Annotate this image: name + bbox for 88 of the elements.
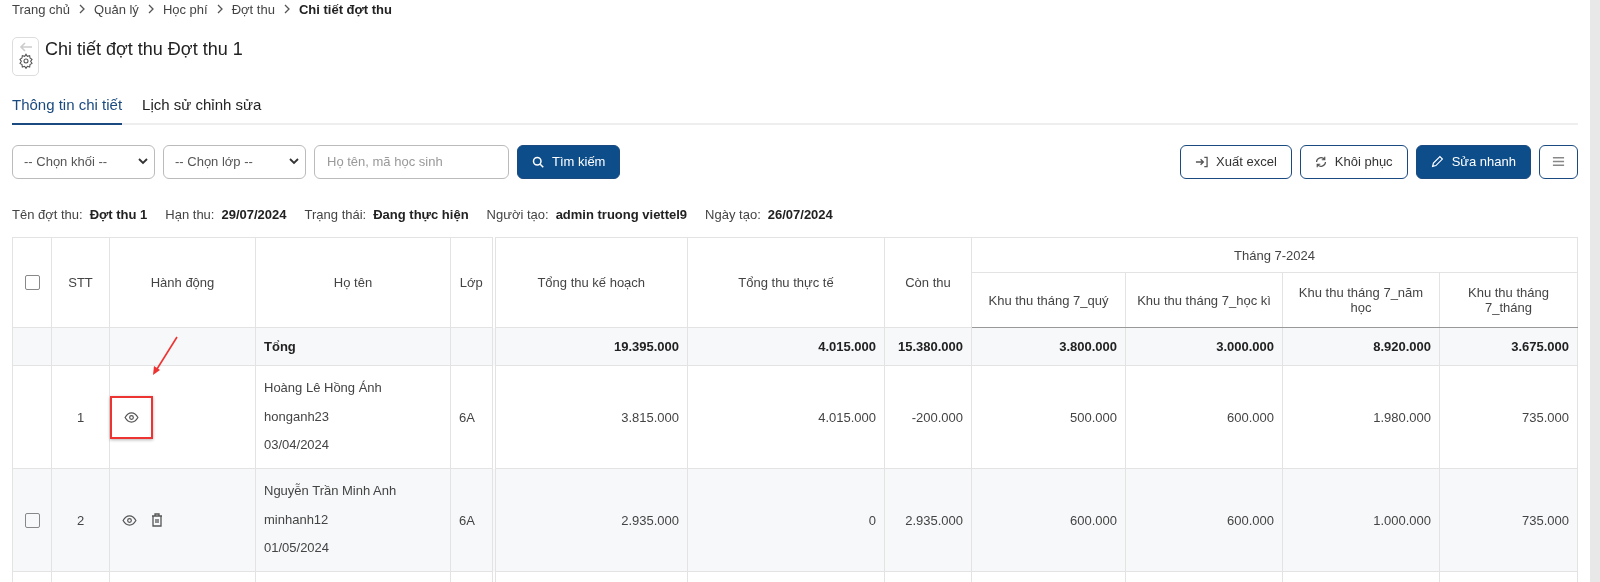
column-header: Còn thu bbox=[905, 275, 951, 290]
amount: 4.015.000 bbox=[818, 409, 876, 425]
total-value: 8.920.000 bbox=[1373, 339, 1431, 354]
student-date: 03/04/2024 bbox=[264, 436, 331, 455]
grade-select[interactable]: -- Chọn khối -- bbox=[12, 144, 155, 179]
column-header: Khu thu tháng 7_tháng bbox=[1468, 285, 1549, 315]
column-header: Lớp bbox=[459, 275, 483, 290]
student-code: minhanh12 bbox=[264, 510, 330, 529]
amount: 735.000 bbox=[1522, 409, 1569, 425]
info-label: Người tạo: bbox=[486, 207, 549, 222]
amount: 1.000.000 bbox=[1373, 512, 1431, 528]
refresh-icon bbox=[1314, 155, 1327, 168]
total-value: 3.675.000 bbox=[1511, 339, 1569, 354]
row-number: 1 bbox=[76, 409, 85, 425]
eye-icon[interactable] bbox=[124, 411, 139, 423]
student-date: 01/05/2024 bbox=[264, 539, 331, 558]
column-header: Hành động bbox=[150, 275, 215, 290]
amount: 1.980.000 bbox=[1373, 409, 1431, 425]
pencil-icon bbox=[1430, 155, 1444, 168]
class-name: 6A bbox=[459, 409, 475, 425]
page-title: Chi tiết đợt thu Đợt thu 1 bbox=[45, 39, 243, 60]
amount: 735.000 bbox=[1522, 512, 1569, 528]
info-label: Tên đợt thu: bbox=[12, 207, 83, 222]
total-value: 3.800.000 bbox=[1059, 339, 1117, 354]
info-label: Ngày tạo: bbox=[705, 207, 761, 222]
menu-button[interactable] bbox=[1539, 144, 1578, 179]
info-value: 26/07/2024 bbox=[767, 207, 833, 222]
column-header: Khu thu tháng 7_học kì bbox=[1137, 292, 1271, 308]
amount: -200.000 bbox=[911, 409, 963, 425]
row-checkbox[interactable] bbox=[24, 512, 40, 528]
info-value: admin truong viettel9 bbox=[555, 207, 688, 222]
info-value: 29/07/2024 bbox=[221, 207, 287, 222]
info-label: Trạng thái: bbox=[304, 207, 367, 222]
amount: 0 bbox=[868, 512, 876, 528]
total-label: Tổng bbox=[264, 339, 296, 354]
class-name: 6A bbox=[459, 512, 475, 528]
column-group-header: Tháng 7-2024 bbox=[1234, 247, 1315, 263]
export-button[interactable]: Xuất excel bbox=[1180, 144, 1292, 179]
amount: 2.935.000 bbox=[621, 512, 679, 528]
quick-edit-button[interactable]: Sửa nhanh bbox=[1415, 144, 1531, 179]
chevron-right-icon bbox=[216, 4, 223, 14]
column-header: Khu thu tháng 7_năm học bbox=[1298, 285, 1424, 315]
breadcrumb-link[interactable]: Học phí bbox=[162, 1, 208, 17]
select-all-checkbox[interactable] bbox=[24, 275, 40, 290]
amount: 600.000 bbox=[1227, 512, 1274, 528]
tab[interactable]: Thông tin chi tiết bbox=[12, 92, 123, 125]
tab[interactable]: Lịch sử chỉnh sửa bbox=[142, 92, 262, 125]
search-icon bbox=[532, 155, 544, 168]
amount: 600.000 bbox=[1070, 512, 1117, 528]
column-header: Tổng thu thực tế bbox=[738, 275, 834, 290]
chevron-down-icon bbox=[289, 158, 299, 165]
chevron-right-icon bbox=[283, 4, 290, 14]
chevron-right-icon bbox=[147, 4, 154, 14]
column-header: Khu thu tháng 7_quý bbox=[988, 292, 1109, 308]
menu-icon bbox=[1552, 156, 1565, 167]
info-label: Hạn thu: bbox=[165, 207, 215, 222]
column-header: Họ tên bbox=[333, 275, 373, 290]
total-value: 15.380.000 bbox=[897, 339, 963, 354]
info-value: Đang thực hiện bbox=[373, 207, 469, 222]
breadcrumb-link[interactable]: Đợt thu bbox=[231, 1, 275, 17]
restore-button[interactable]: Khôi phục bbox=[1299, 144, 1408, 179]
chevron-right-icon bbox=[79, 4, 86, 14]
back-button[interactable] bbox=[12, 37, 39, 76]
annotation-arrow bbox=[153, 336, 178, 375]
row-number: 2 bbox=[76, 512, 85, 528]
amount: 500.000 bbox=[1070, 409, 1117, 425]
amount: 2.935.000 bbox=[905, 512, 963, 528]
breadcrumb-link[interactable]: Trang chủ bbox=[12, 1, 71, 17]
student-name: Hoàng Lê Hồng Ánh bbox=[264, 379, 383, 398]
column-header: STT bbox=[68, 275, 93, 290]
info-value: Đợt thu 1 bbox=[89, 207, 148, 222]
column-header: Tổng thu kế hoạch bbox=[537, 275, 646, 290]
total-value: 4.015.000 bbox=[818, 339, 876, 354]
class-select[interactable]: -- Chọn lớp -- bbox=[163, 144, 306, 179]
eye-icon[interactable] bbox=[122, 514, 137, 526]
total-value: 19.395.000 bbox=[613, 339, 679, 354]
student-code: honganh23 bbox=[264, 407, 331, 426]
gear-icon bbox=[17, 53, 34, 69]
amount: 600.000 bbox=[1227, 409, 1274, 425]
search-field[interactable]: Họ tên, mã học sinh bbox=[314, 144, 509, 179]
export-icon bbox=[1195, 155, 1209, 168]
breadcrumb-link[interactable]: Quản lý bbox=[94, 1, 139, 17]
total-value: 3.000.000 bbox=[1216, 339, 1274, 354]
amount: 3.815.000 bbox=[621, 409, 679, 425]
trash-icon[interactable] bbox=[151, 513, 163, 527]
search-button[interactable]: Tìm kiếm bbox=[517, 144, 621, 179]
student-name: Nguyễn Trần Minh Anh bbox=[264, 482, 398, 501]
chevron-down-icon bbox=[138, 158, 148, 165]
